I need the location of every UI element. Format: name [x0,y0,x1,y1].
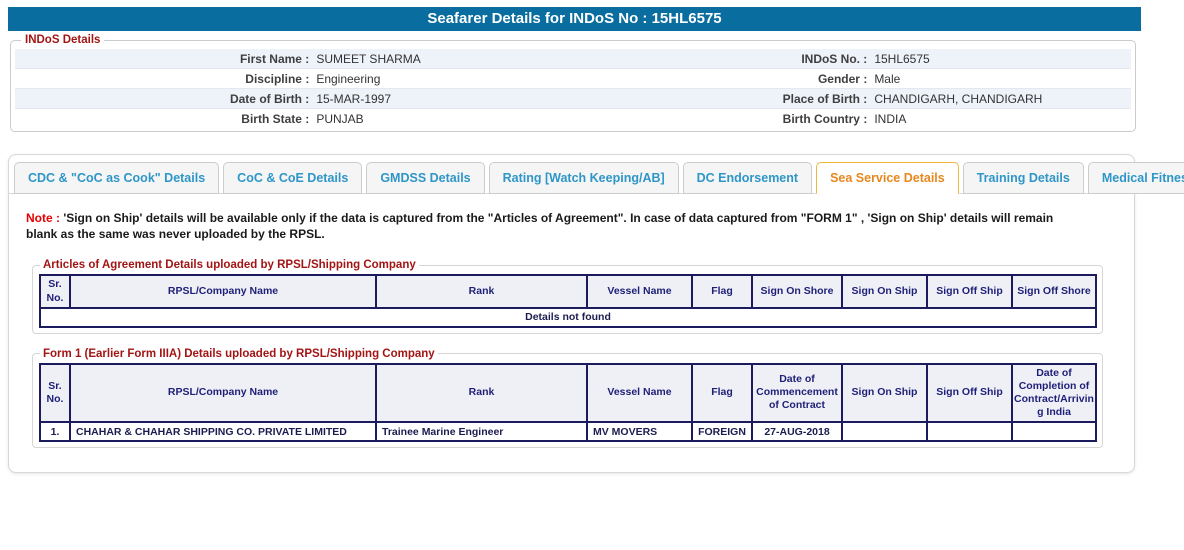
column-header: Sign Off Shore [1011,274,1097,309]
column-header: Date of Completion of Contract/Arriving … [1011,362,1097,424]
indos-details-section: INDoS Details First Name : SUMEET SHARMA… [10,34,1136,132]
company-name-cell: CHAHAR & CHAHAR SHIPPING CO. PRIVATE LIM… [69,421,377,443]
note-prefix: Note : [26,211,60,225]
articles-of-agreement-section: Articles of Agreement Details uploaded b… [32,259,1103,334]
table-row: 1. CHAHAR & CHAHAR SHIPPING CO. PRIVATE … [39,421,1097,443]
detail-row: First Name : SUMEET SHARMA INDoS No. : 1… [15,49,1131,69]
detail-row: Birth State : PUNJAB Birth Country : IND… [15,109,1131,129]
gender-label: Gender : [817,71,868,86]
tab-training-details[interactable]: Training Details [962,162,1084,194]
detail-row: Date of Birth : 15-MAR-1997 Place of Bir… [15,89,1131,109]
tab-coc-coe-details[interactable]: CoC & CoE Details [223,162,363,194]
birth-state-value: PUNJAB [316,112,364,126]
sr-no-cell: 1. [39,421,71,443]
sign-on-ship-cell [841,421,928,443]
first-name-value: SUMEET SHARMA [316,51,421,66]
table-header-row: Sr. No. RPSL/Company Name Rank Vessel Na… [39,274,1097,309]
table-header-row: Sr. No. RPSL/Company Name Rank Vessel Na… [39,362,1097,424]
birth-country-label: Birth Country : [782,112,868,126]
tab-sea-service-details[interactable]: Sea Service Details [816,162,959,194]
commencement-date-cell: 27-AUG-2018 [751,421,843,443]
tab-strip: CDC & "CoC as Cook" Details CoC & CoE De… [9,155,1184,194]
articles-of-agreement-caption: Articles of Agreement Details uploaded b… [43,259,416,272]
gender-value: Male [874,71,901,86]
detail-row: Discipline : Engineering Gender : Male [15,69,1131,89]
column-header: Flag [691,274,753,309]
indos-no-label: INDoS No. : [801,51,868,66]
column-header: Date of Commencement of Contract [751,362,843,424]
column-header: Sr. No. [39,362,71,424]
column-header: RPSL/Company Name [69,362,377,424]
note-text: 'Sign on Ship' details will be available… [26,211,1054,242]
birth-country-value: INDIA [874,112,907,126]
column-header: Sign On Ship [841,362,928,424]
discipline-label: Discipline : [245,71,310,86]
indos-no-value: 15HL6575 [874,51,930,66]
details-not-found-message: Details not found [39,306,1097,328]
page-title: Seafarer Details for INDoS No : 15HL6575 [8,7,1141,31]
birth-state-label: Birth State : [241,112,310,126]
sign-off-ship-cell [926,421,1013,443]
column-header: Sign On Ship [841,274,928,309]
date-of-birth-label: Date of Birth : [229,91,310,106]
tab-rating-watch-keeping-ab[interactable]: Rating [Watch Keeping/AB] [488,162,679,194]
column-header: Sign On Shore [751,274,843,309]
tab-gmdss-details[interactable]: GMDSS Details [366,162,485,194]
column-header: Rank [375,362,588,424]
column-header: Sr. No. [39,274,71,309]
column-header: Vessel Name [586,274,693,309]
date-of-birth-value: 15-MAR-1997 [316,91,392,106]
place-of-birth-value: CHANDIGARH, CHANDIGARH [874,91,1043,106]
place-of-birth-label: Place of Birth : [782,91,868,106]
indos-details-legend: INDoS Details [25,34,101,46]
seafarer-tab-panel: CDC & "CoC as Cook" Details CoC & CoE De… [8,154,1184,474]
tab-medical-fitness-certificate[interactable]: Medical Fitness Certificate [1087,162,1184,194]
flag-cell: FOREIGN [691,421,753,443]
completion-date-cell [1011,421,1097,443]
table-row: Details not found [39,306,1097,328]
form1-section: Form 1 (Earlier Form IIIA) Details uploa… [32,347,1103,449]
sea-service-tab-content: Note : 'Sign on Ship' details will be av… [9,194,1134,472]
tab-dc-endorsement[interactable]: DC Endorsement [682,162,813,194]
sign-on-ship-note: Note : 'Sign on Ship' details will be av… [26,210,1074,242]
tab-cdc-coc-as-cook-details[interactable]: CDC & "CoC as Cook" Details [14,162,220,194]
first-name-label: First Name : [239,51,310,66]
form1-caption: Form 1 (Earlier Form IIIA) Details uploa… [43,347,435,360]
form1-table: Sr. No. RPSL/Company Name Rank Vessel Na… [39,362,1097,443]
articles-of-agreement-table: Sr. No. RPSL/Company Name Rank Vessel Na… [39,274,1097,328]
column-header: Sign Off Ship [926,274,1013,309]
column-header: Sign Off Ship [926,362,1013,424]
column-header: RPSL/Company Name [69,274,377,309]
vessel-name-cell: MV MOVERS [586,421,693,443]
column-header: Flag [691,362,753,424]
discipline-value: Engineering [316,71,381,86]
column-header: Rank [375,274,588,309]
rank-cell: Trainee Marine Engineer [375,421,588,443]
column-header: Vessel Name [586,362,693,424]
